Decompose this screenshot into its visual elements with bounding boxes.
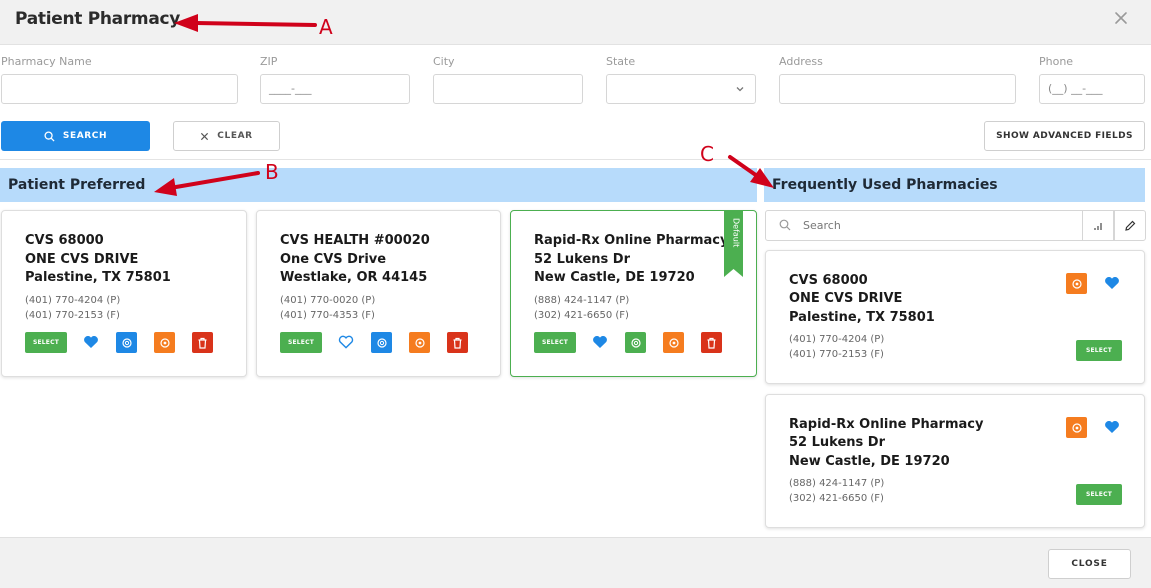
x-icon [201,132,209,140]
chevron-down-icon [736,87,744,92]
preferred-pharmacy-card-default: Rapid-Rx Online Pharmacy 52 Lukens Dr Ne… [510,210,757,377]
clear-button[interactable]: CLEAR [173,121,280,151]
annotation-label-a: A [319,15,333,39]
search-icon [44,130,55,142]
phone-input[interactable]: (__) __-___ [1039,74,1145,104]
pharmacy-address-line: 52 Lukens Dr [534,252,630,267]
zip-input[interactable]: ____-___ [260,74,410,104]
dialog-footer [0,537,1151,588]
pharmacy-phone: (401) 770-0020 (P) [280,295,376,306]
select-button[interactable]: SELECT [534,332,576,353]
pharmacy-city-state: Westlake, OR 44145 [280,270,428,285]
frequent-pharmacy-card: CVS 68000 ONE CVS DRIVE Palestine, TX 75… [765,250,1145,384]
annotation-label-c: C [700,142,714,166]
pharmacy-city-state: New Castle, DE 19720 [534,270,695,285]
state-select[interactable] [606,74,756,104]
select-button[interactable]: SELECT [25,332,67,353]
pharmacy-phone: (888) 424-1147 (P) [534,295,630,306]
pharmacy-fax: (302) 421-6650 (F) [789,493,884,504]
pharmacy-name-input[interactable] [1,74,238,104]
pharmacy-address-line: 52 Lukens Dr [789,435,885,450]
pharmacy-name: CVS HEALTH #00020 [280,233,430,248]
pharmacy-name: CVS 68000 [789,273,868,288]
gear-icon[interactable] [371,332,392,353]
patient-preferred-header: Patient Preferred [0,168,757,202]
pharmacy-city-state: Palestine, TX 75801 [25,270,171,285]
map-pin-icon[interactable] [1066,273,1087,294]
annotation-arrow-c [728,155,774,188]
clear-button-label: CLEAR [217,131,253,141]
frequent-search-placeholder: Search [803,219,841,232]
signal-bars-icon[interactable] [1082,210,1114,241]
zip-label: ZIP [260,55,278,68]
pharmacy-name: Rapid-Rx Online Pharmacy [789,417,984,432]
select-button[interactable]: SELECT [280,332,322,353]
frequent-pharmacy-card: Rapid-Rx Online Pharmacy 52 Lukens Dr Ne… [765,394,1145,528]
annotation-label-b: B [265,160,279,184]
gear-icon[interactable] [625,332,646,353]
frequently-used-header: Frequently Used Pharmacies [764,168,1145,202]
pharmacy-fax: (401) 770-4353 (F) [280,310,375,321]
city-label: City [433,55,455,68]
pharmacy-fax: (401) 770-2153 (F) [25,310,120,321]
preferred-pharmacy-card: CVS 68000 ONE CVS DRIVE Palestine, TX 75… [1,210,247,377]
default-ribbon-label: Default [732,218,741,247]
preferred-pharmacy-card: CVS HEALTH #00020 One CVS Drive Westlake… [256,210,501,377]
pharmacy-name: CVS 68000 [25,233,104,248]
annotation-arrow-a [174,14,317,32]
pharmacy-phone: (888) 424-1147 (P) [789,478,885,489]
show-advanced-fields-button[interactable]: SHOW ADVANCED FIELDS [984,121,1145,151]
map-pin-icon[interactable] [663,332,684,353]
pharmacy-phone: (401) 770-4204 (P) [25,295,121,306]
search-button-label: SEARCH [62,131,108,141]
search-button[interactable]: SEARCH [1,121,150,151]
favorite-heart-icon[interactable] [590,332,610,352]
trash-icon[interactable] [701,332,722,353]
search-icon [779,219,791,231]
frequent-search-input[interactable]: Search [765,210,1083,241]
pharmacy-fax: (401) 770-2153 (F) [789,349,884,360]
state-label: State [606,55,636,68]
trash-icon[interactable] [192,332,213,353]
pharmacy-address-line: ONE CVS DRIVE [25,252,139,267]
select-button[interactable]: SELECT [1076,340,1122,361]
pharmacy-address-line: ONE CVS DRIVE [789,291,903,306]
pencil-icon[interactable] [1114,210,1146,241]
pharmacy-city-state: Palestine, TX 75801 [789,310,935,325]
map-pin-icon[interactable] [409,332,430,353]
trash-icon[interactable] [447,332,468,353]
favorite-heart-outline-icon[interactable] [336,332,356,352]
default-ribbon: Default [724,210,743,277]
address-input[interactable] [779,74,1016,104]
close-icon[interactable] [1113,10,1129,26]
patient-pharmacy-dialog: Patient Pharmacy A Pharmacy Name ZIP ___… [0,0,1151,588]
annotation-arrow-b [154,171,260,196]
address-label: Address [779,55,823,68]
favorite-heart-icon[interactable] [1102,417,1122,437]
pharmacy-name: Rapid-Rx Online Pharmacy [534,233,729,248]
pharmacy-fax: (302) 421-6650 (F) [534,310,629,321]
pharmacy-city-state: New Castle, DE 19720 [789,454,950,469]
gear-icon[interactable] [116,332,137,353]
pharmacy-phone: (401) 770-4204 (P) [789,334,885,345]
close-button[interactable]: CLOSE [1048,549,1131,579]
favorite-heart-icon[interactable] [81,332,101,352]
map-pin-icon[interactable] [154,332,175,353]
city-input[interactable] [433,74,583,104]
favorite-heart-icon[interactable] [1102,273,1122,293]
select-button[interactable]: SELECT [1076,484,1122,505]
pharmacy-name-label: Pharmacy Name [1,55,92,68]
phone-label: Phone [1039,55,1074,68]
pharmacy-address-line: One CVS Drive [280,252,387,267]
dialog-title: Patient Pharmacy [15,9,181,29]
filter-divider [0,159,1151,160]
map-pin-icon[interactable] [1066,417,1087,438]
